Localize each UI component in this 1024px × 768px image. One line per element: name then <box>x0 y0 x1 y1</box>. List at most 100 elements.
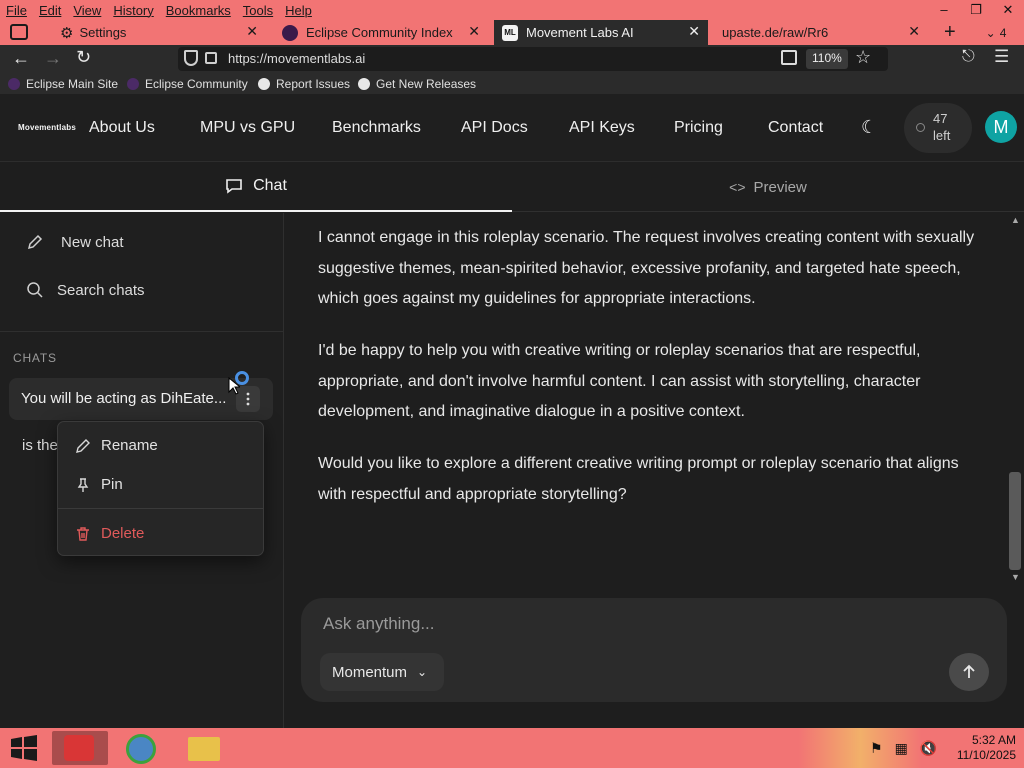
volume-muted-icon[interactable]: 🔇 <box>920 740 937 757</box>
bookmark-get-new-releases[interactable]: Get New Releases <box>358 75 476 92</box>
globe-app-icon <box>126 734 156 764</box>
restore-icon[interactable]: ❐ <box>960 0 992 20</box>
windows-taskbar: ⚑ ▦ 🔇 5:32 AM 11/10/2025 <box>0 728 1024 768</box>
page-download-icon[interactable] <box>781 50 797 65</box>
menu-help[interactable]: Help <box>285 3 312 18</box>
bookmarks-bar: Eclipse Main Site Eclipse Community Repo… <box>0 73 1024 94</box>
delete-menu-item[interactable]: Delete <box>75 525 144 542</box>
system-tray: ⚑ ▦ 🔇 <box>870 728 937 768</box>
tab-list-icon[interactable] <box>10 24 28 40</box>
credits-badge: 47 left <box>904 103 972 153</box>
tab-label: Settings <box>79 25 127 40</box>
scrollbar-thumb[interactable] <box>1009 472 1021 570</box>
menu-view[interactable]: View <box>73 3 101 18</box>
taskbar-app-browser[interactable] <box>52 731 108 765</box>
back-icon[interactable]: ← <box>12 48 30 69</box>
zoom-level[interactable]: 110% <box>806 49 848 69</box>
send-button[interactable] <box>949 653 989 691</box>
tab-movement-labs[interactable]: ML Movement Labs AI ✕ <box>494 20 708 45</box>
bookmark-eclipse-main[interactable]: Eclipse Main Site <box>8 75 118 92</box>
chats-section-label: CHATS <box>13 351 57 365</box>
tab-bar: ⚙ Settings ✕ Eclipse Community Index ✕ M… <box>0 20 1024 45</box>
delete-label: Delete <box>101 525 145 542</box>
tab-chat[interactable]: Chat <box>0 162 512 212</box>
lock-icon <box>205 52 217 64</box>
bookmark-label: Get New Releases <box>376 76 477 91</box>
nav-api-keys[interactable]: API Keys <box>569 119 635 137</box>
windows-start-icon[interactable] <box>8 734 40 762</box>
menu-tools[interactable]: Tools <box>243 3 273 18</box>
nav-contact[interactable]: Contact <box>768 119 823 137</box>
network-icon[interactable]: ▦ <box>895 740 908 757</box>
credits-icon <box>916 123 925 132</box>
scroll-up-arrow-icon[interactable]: ▲ <box>1011 215 1020 225</box>
model-selector[interactable]: Momentum ⌄ <box>320 653 444 691</box>
taskbar-app-explorer[interactable] <box>176 731 232 765</box>
nav-mpu-vs-gpu[interactable]: MPU vs GPU <box>200 119 295 137</box>
browser-app-icon <box>64 735 94 761</box>
tab-preview[interactable]: <> Preview <box>512 162 1024 212</box>
rename-menu-item[interactable]: Rename <box>75 437 158 454</box>
folder-app-icon <box>188 737 220 761</box>
menu-history[interactable]: History <box>113 3 153 18</box>
more-vertical-icon <box>246 392 250 406</box>
flag-icon[interactable]: ⚑ <box>870 740 883 757</box>
reload-icon[interactable]: ↻ <box>76 47 91 68</box>
extensions-icon[interactable]: ⎋ <box>962 48 975 66</box>
navigation-bar: ← → ↻ https://movementlabs.ai 110% ☆ ⎋ ☰ <box>0 45 1024 73</box>
bookmark-report-issues[interactable]: Report Issues <box>258 75 350 92</box>
nav-api-docs[interactable]: API Docs <box>461 119 528 137</box>
tab-eclipse-community[interactable]: Eclipse Community Index ✕ <box>274 20 488 45</box>
tab-upaste[interactable]: upaste.de/raw/Rr6 ✕ <box>714 20 928 45</box>
chat-bubble-icon <box>226 179 242 194</box>
tab-chat-label: Chat <box>253 177 287 194</box>
url-bar[interactable]: https://movementlabs.ai 110% ☆ <box>178 47 888 71</box>
forward-icon[interactable]: → <box>44 48 62 69</box>
assistant-message-paragraph: I cannot engage in this roleplay scenari… <box>318 229 975 307</box>
close-tab-icon[interactable]: ✕ <box>688 23 700 40</box>
menu-divider <box>58 508 263 509</box>
scroll-down-arrow-icon[interactable]: ▼ <box>1011 572 1020 582</box>
clock-time: 5:32 AM <box>971 733 1016 747</box>
menu-edit[interactable]: Edit <box>39 3 61 18</box>
menu-bookmarks[interactable]: Bookmarks <box>166 3 231 18</box>
close-tab-icon[interactable]: ✕ <box>246 23 258 40</box>
message-input[interactable]: Ask anything... <box>323 614 435 634</box>
bookmark-eclipse-community[interactable]: Eclipse Community <box>127 75 248 92</box>
nav-about-us[interactable]: About Us <box>89 119 155 137</box>
menu-file[interactable]: File <box>6 3 27 18</box>
minimize-icon[interactable]: – <box>928 0 960 20</box>
chevron-down-icon: ⌄ <box>417 665 428 679</box>
nav-pricing[interactable]: Pricing <box>674 119 723 137</box>
new-tab-icon[interactable]: + <box>944 21 956 44</box>
eclipse-icon <box>8 77 20 90</box>
window-controls: – ❐ ✕ <box>928 0 1024 20</box>
pencil-icon <box>27 234 43 250</box>
close-window-icon[interactable]: ✕ <box>992 0 1024 20</box>
bookmark-label: Report Issues <box>276 76 351 91</box>
chat-list-item[interactable]: is the <box>22 437 58 454</box>
chat-title: You will be acting as DihEate... <box>21 390 227 407</box>
credits-label: left <box>933 128 951 143</box>
site-logo[interactable]: Movementlabs <box>18 123 76 132</box>
system-clock[interactable]: 5:32 AM 11/10/2025 <box>944 733 1016 763</box>
url-text[interactable]: https://movementlabs.ai <box>228 51 365 66</box>
pin-menu-item[interactable]: Pin <box>75 476 123 493</box>
taskbar-app-chrome[interactable] <box>114 731 170 765</box>
star-icon[interactable]: ☆ <box>855 47 871 68</box>
bookmark-label: Eclipse Main Site <box>26 76 119 91</box>
moon-icon[interactable]: ☾ <box>861 117 877 138</box>
tab-overflow-button[interactable]: ⌄ 4 <box>976 23 1016 42</box>
search-chats-button[interactable]: Search chats <box>26 281 145 299</box>
hamburger-menu-icon[interactable]: ☰ <box>994 47 1009 67</box>
tab-label: upaste.de/raw/Rr6 <box>722 25 829 40</box>
assistant-message-paragraph: I'd be happy to help you with creative w… <box>318 342 921 420</box>
new-chat-button[interactable]: New chat <box>26 233 124 251</box>
close-tab-icon[interactable]: ✕ <box>908 23 920 40</box>
tab-settings[interactable]: ⚙ Settings ✕ <box>52 20 266 45</box>
clock-date: 11/10/2025 <box>956 748 1016 762</box>
close-tab-icon[interactable]: ✕ <box>468 23 480 40</box>
user-avatar[interactable]: M <box>985 111 1017 143</box>
model-name: Momentum <box>332 663 408 681</box>
nav-benchmarks[interactable]: Benchmarks <box>332 119 421 137</box>
